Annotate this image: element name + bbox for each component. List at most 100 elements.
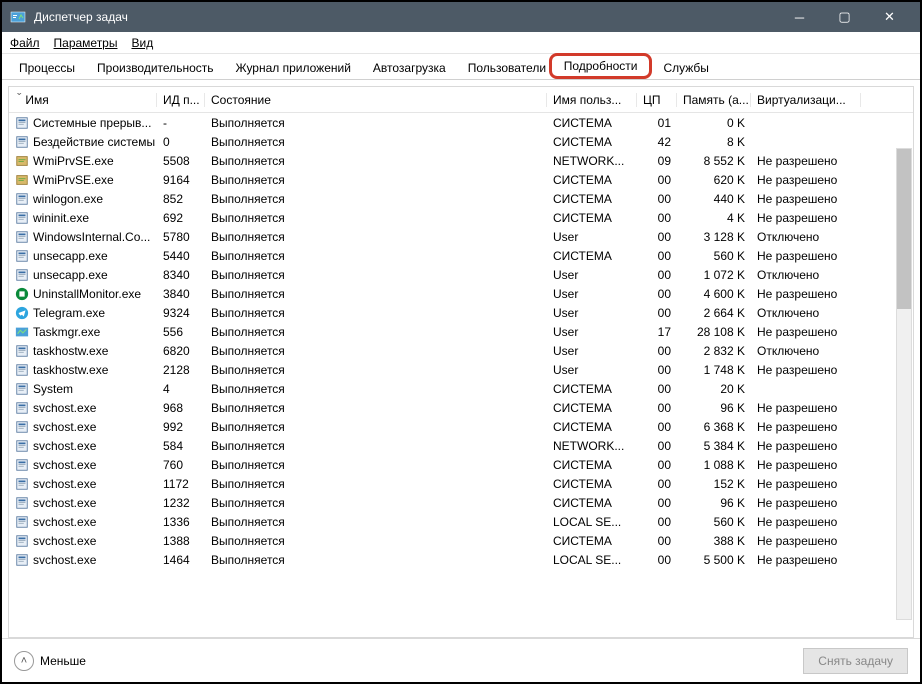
col-pid[interactable]: ИД п... [157, 93, 205, 107]
table-row[interactable]: svchost.exe1464ВыполняетсяLOCAL SE...005… [9, 550, 913, 569]
cell-mem: 5 384 K [677, 439, 751, 453]
cell-pid: 584 [157, 439, 205, 453]
cell-name: Taskmgr.exe [9, 325, 157, 339]
cell-user: LOCAL SE... [547, 515, 637, 529]
cell-state: Выполняется [205, 154, 547, 168]
table-row[interactable]: WindowsInternal.Co...5780ВыполняетсяUser… [9, 227, 913, 246]
cell-user: СИСТЕМА [547, 534, 637, 548]
cell-user: СИСТЕМА [547, 458, 637, 472]
cell-mem: 2 832 K [677, 344, 751, 358]
cell-virt: Не разрешено [751, 553, 861, 567]
tab-startup[interactable]: Автозагрузка [362, 56, 457, 79]
table-row[interactable]: taskhostw.exe6820ВыполняетсяUser002 832 … [9, 341, 913, 360]
table-row[interactable]: UninstallMonitor.exe3840ВыполняетсяUser0… [9, 284, 913, 303]
cell-pid: 5508 [157, 154, 205, 168]
cell-mem: 8 552 K [677, 154, 751, 168]
menu-file[interactable]: Файл [10, 36, 40, 50]
cell-cpu: 00 [637, 363, 677, 377]
cell-name: svchost.exe [9, 534, 157, 548]
table-row[interactable]: winlogon.exe852ВыполняетсяСИСТЕМА00440 K… [9, 189, 913, 208]
table-row[interactable]: Системные прерыв...-ВыполняетсяСИСТЕМА01… [9, 113, 913, 132]
col-state[interactable]: Состояние [205, 93, 547, 107]
footer-bar: ˄ Меньше Снять задачу [2, 638, 920, 682]
col-user[interactable]: Имя польз... [547, 93, 637, 107]
cell-pid: 1336 [157, 515, 205, 529]
scrollbar-thumb[interactable] [897, 149, 911, 309]
tab-users[interactable]: Пользователи [457, 56, 549, 79]
table-row[interactable]: svchost.exe1336ВыполняетсяLOCAL SE...005… [9, 512, 913, 531]
cell-cpu: 00 [637, 420, 677, 434]
process-icon [15, 192, 29, 206]
cell-user: СИСТЕМА [547, 211, 637, 225]
table-row[interactable]: Telegram.exe9324ВыполняетсяUser002 664 K… [9, 303, 913, 322]
col-name[interactable]: Имя [9, 93, 157, 107]
table-row[interactable]: svchost.exe760ВыполняетсяСИСТЕМА001 088 … [9, 455, 913, 474]
menu-options[interactable]: Параметры [54, 36, 118, 50]
table-row[interactable]: svchost.exe1232ВыполняетсяСИСТЕМА0096 KН… [9, 493, 913, 512]
table-row[interactable]: System4ВыполняетсяСИСТЕМА0020 K [9, 379, 913, 398]
cell-pid: 1232 [157, 496, 205, 510]
cell-cpu: 00 [637, 382, 677, 396]
cell-state: Выполняется [205, 306, 547, 320]
col-mem[interactable]: Память (а... [677, 93, 751, 107]
table-row[interactable]: unsecapp.exe8340ВыполняетсяUser001 072 K… [9, 265, 913, 284]
process-icon [15, 154, 29, 168]
end-task-button[interactable]: Снять задачу [803, 648, 908, 674]
cell-mem: 152 K [677, 477, 751, 491]
tab-services[interactable]: Службы [652, 56, 719, 79]
table-row[interactable]: svchost.exe968ВыполняетсяСИСТЕМА0096 KНе… [9, 398, 913, 417]
cell-state: Выполняется [205, 458, 547, 472]
cell-name: unsecapp.exe [9, 268, 157, 282]
col-cpu[interactable]: ЦП [637, 93, 677, 107]
process-icon [15, 249, 29, 263]
cell-user: User [547, 268, 637, 282]
menu-view[interactable]: Вид [131, 36, 153, 50]
tab-details[interactable]: Подробности [549, 53, 653, 79]
cell-pid: 2128 [157, 363, 205, 377]
cell-state: Выполняется [205, 477, 547, 491]
cell-virt: Не разрешено [751, 401, 861, 415]
cell-pid: 3840 [157, 287, 205, 301]
cell-user: User [547, 230, 637, 244]
cell-virt: Не разрешено [751, 192, 861, 206]
table-row[interactable]: WmiPrvSE.exe9164ВыполняетсяСИСТЕМА00620 … [9, 170, 913, 189]
cell-pid: 9324 [157, 306, 205, 320]
table-row[interactable]: svchost.exe1388ВыполняетсяСИСТЕМА00388 K… [9, 531, 913, 550]
cell-virt: Не разрешено [751, 249, 861, 263]
cell-virt: Не разрешено [751, 477, 861, 491]
tab-performance[interactable]: Производительность [86, 56, 224, 79]
table-row[interactable]: wininit.exe692ВыполняетсяСИСТЕМА004 KНе … [9, 208, 913, 227]
table-row[interactable]: Taskmgr.exe556ВыполняетсяUser1728 108 KН… [9, 322, 913, 341]
cell-user: СИСТЕМА [547, 496, 637, 510]
col-virt[interactable]: Виртуализаци... [751, 93, 861, 107]
process-icon [15, 287, 29, 301]
close-button[interactable]: ✕ [867, 2, 912, 32]
cell-virt: Не разрешено [751, 173, 861, 187]
cell-state: Выполняется [205, 192, 547, 206]
table-row[interactable]: svchost.exe992ВыполняетсяСИСТЕМА006 368 … [9, 417, 913, 436]
fewer-details-toggle[interactable]: ˄ Меньше [14, 651, 86, 671]
table-row[interactable]: svchost.exe1172ВыполняетсяСИСТЕМА00152 K… [9, 474, 913, 493]
table-row[interactable]: Бездействие системы0ВыполняетсяСИСТЕМА42… [9, 132, 913, 151]
cell-state: Выполняется [205, 534, 547, 548]
cell-pid: 0 [157, 135, 205, 149]
column-headers: Имя ИД п... Состояние Имя польз... ЦП Па… [9, 87, 913, 113]
maximize-button[interactable]: ▢ [822, 2, 867, 32]
table-row[interactable]: unsecapp.exe5440ВыполняетсяСИСТЕМА00560 … [9, 246, 913, 265]
process-icon [15, 496, 29, 510]
minimize-button[interactable]: ─ [777, 2, 822, 32]
cell-pid: 992 [157, 420, 205, 434]
process-icon [15, 306, 29, 320]
process-icon [15, 173, 29, 187]
cell-mem: 4 600 K [677, 287, 751, 301]
process-rows[interactable]: Системные прерыв...-ВыполняетсяСИСТЕМА01… [9, 113, 913, 637]
tab-app-history[interactable]: Журнал приложений [225, 56, 362, 79]
process-icon [15, 458, 29, 472]
tab-processes[interactable]: Процессы [8, 56, 86, 79]
title-bar: Диспетчер задач ─ ▢ ✕ [2, 2, 920, 32]
cell-mem: 4 K [677, 211, 751, 225]
cell-cpu: 00 [637, 173, 677, 187]
table-row[interactable]: svchost.exe584ВыполняетсяNETWORK...005 3… [9, 436, 913, 455]
table-row[interactable]: WmiPrvSE.exe5508ВыполняетсяNETWORK...098… [9, 151, 913, 170]
table-row[interactable]: taskhostw.exe2128ВыполняетсяUser001 748 … [9, 360, 913, 379]
